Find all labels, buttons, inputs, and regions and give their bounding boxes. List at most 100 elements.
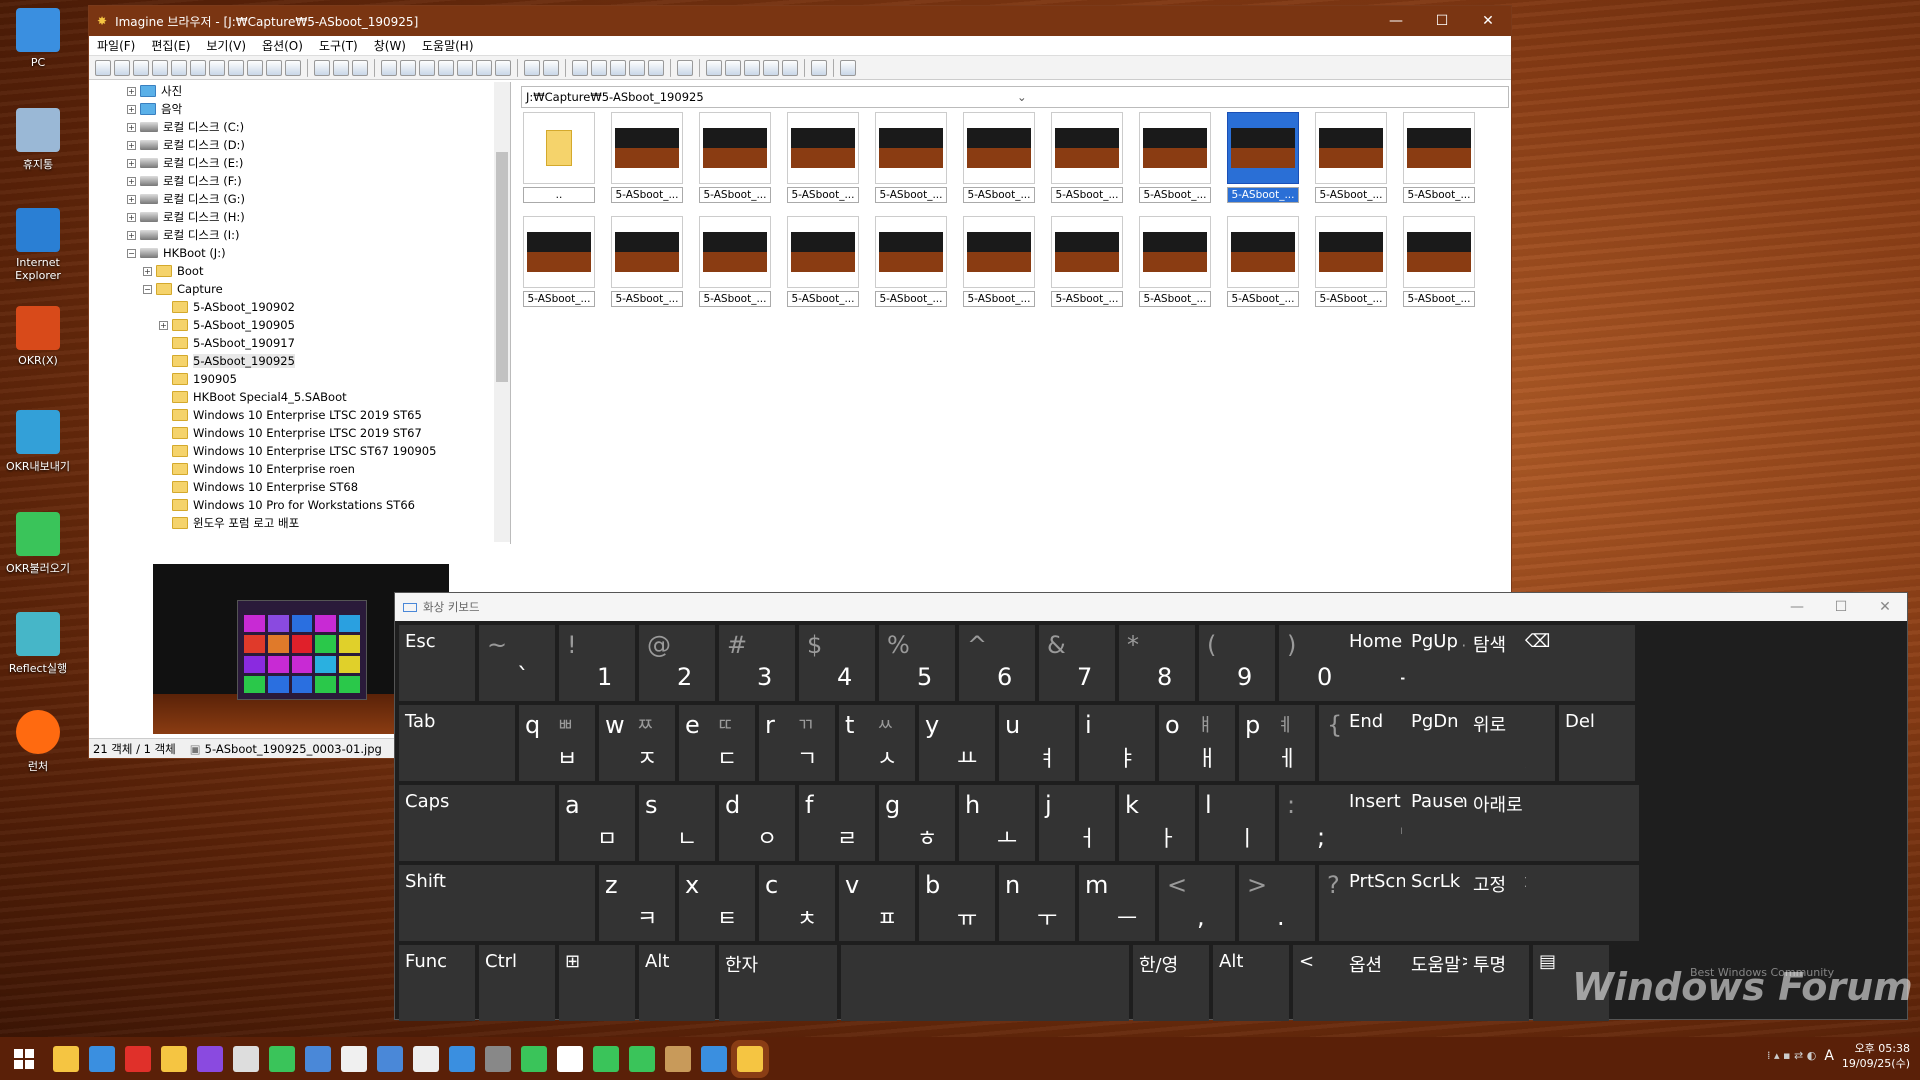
expand-icon[interactable]: + — [127, 140, 136, 150]
tray-icons[interactable]: ⁞ ▴ ▪ ⇄ ◐ — [1767, 1048, 1816, 1064]
key[interactable]: ⌫ — [1519, 625, 1635, 701]
key[interactable]: jㅓ — [1039, 785, 1115, 861]
taskbar-app-icon[interactable] — [701, 1045, 727, 1072]
key[interactable]: 투명 — [1467, 945, 1525, 1021]
expand-icon[interactable]: + — [127, 158, 136, 168]
thumbnail-item[interactable]: 5-ASboot_... — [1051, 112, 1123, 204]
key[interactable]: ~ ` — [479, 625, 555, 701]
menu-item[interactable]: 창(W) — [366, 37, 414, 54]
toolbar-button-icon[interactable] — [648, 59, 664, 76]
tree-item[interactable]: + 사진 — [89, 82, 509, 100]
toolbar-button-icon[interactable] — [171, 59, 187, 76]
expand-icon[interactable]: + — [127, 104, 136, 114]
toolbar-button-icon[interactable] — [266, 59, 282, 76]
taskbar-app-icon[interactable] — [305, 1045, 331, 1072]
thumbnail-item[interactable]: 5-ASboot_... — [1315, 112, 1387, 204]
key[interactable]: eㄸㄷ — [679, 705, 755, 781]
toolbar-button-icon[interactable] — [706, 59, 722, 76]
key[interactable]: End — [1343, 705, 1401, 781]
key[interactable]: 아래로 — [1467, 785, 1525, 861]
key[interactable]: Caps — [399, 785, 555, 861]
expand-icon[interactable]: + — [159, 320, 168, 330]
key[interactable]: Tab — [399, 705, 515, 781]
taskbar-app-icon[interactable] — [377, 1045, 403, 1072]
key[interactable]: % 5 — [879, 625, 955, 701]
desktop-icon[interactable]: 휴지통 — [0, 108, 76, 172]
key[interactable]: lㅣ — [1199, 785, 1275, 861]
tree-item[interactable]: +Windows 10 Pro for Workstations ST66 — [89, 496, 509, 514]
tree-item[interactable]: +Windows 10 Enterprise ST68 — [89, 478, 509, 496]
tree-item[interactable]: +5-ASboot_190905 — [89, 316, 509, 334]
tree-item[interactable]: + 로컬 디스크 (D:) — [89, 136, 509, 154]
desktop-icon[interactable]: Internet Explorer — [0, 208, 76, 282]
key[interactable]: <, — [1159, 865, 1235, 941]
expand-icon[interactable]: + — [127, 122, 136, 132]
toolbar-button-icon[interactable] — [95, 59, 111, 76]
thumbnail-item[interactable]: 5-ASboot_... — [875, 216, 947, 308]
key[interactable]: Del — [1559, 705, 1635, 781]
toolbar-button-icon[interactable] — [811, 59, 827, 76]
taskbar-app-icon[interactable] — [449, 1045, 475, 1072]
key[interactable]: PgDn — [1405, 705, 1463, 781]
key[interactable]: Shift — [399, 865, 595, 941]
ime-indicator[interactable]: A — [1824, 1048, 1834, 1064]
key[interactable]: ! 1 — [559, 625, 635, 701]
expand-icon[interactable]: + — [127, 194, 136, 204]
tree-item[interactable]: +Windows 10 Enterprise LTSC 2019 ST65 — [89, 406, 509, 424]
key[interactable]: aㅁ — [559, 785, 635, 861]
key[interactable]: sㄴ — [639, 785, 715, 861]
key[interactable]: 위로 — [1467, 705, 1525, 781]
key[interactable]: iㅑ — [1079, 705, 1155, 781]
toolbar-button-icon[interactable] — [543, 59, 559, 76]
key[interactable]: @2 — [639, 625, 715, 701]
key[interactable]: zㅋ — [599, 865, 675, 941]
key[interactable]: & 7 — [1039, 625, 1115, 701]
taskbar-app-icon[interactable] — [629, 1045, 655, 1072]
taskbar-app-icon[interactable] — [731, 1039, 769, 1078]
desktop-icon[interactable]: OKR(X) — [0, 306, 76, 367]
tree-scrollbar[interactable] — [494, 82, 510, 542]
key[interactable]: ^ 6 — [959, 625, 1035, 701]
key[interactable]: Esc — [399, 625, 475, 701]
expand-icon[interactable]: + — [127, 176, 136, 186]
toolbar-button-icon[interactable] — [524, 59, 540, 76]
taskbar-app-icon[interactable] — [125, 1045, 151, 1072]
toolbar-button-icon[interactable] — [476, 59, 492, 76]
key[interactable]: * 8 — [1119, 625, 1195, 701]
thumbnail-item[interactable]: 5-ASboot_... — [787, 216, 859, 308]
expand-icon[interactable]: − — [127, 248, 136, 258]
keyboard-minimize-button[interactable]: — — [1775, 599, 1819, 615]
tree-item[interactable]: +5-ASboot_190902 — [89, 298, 509, 316]
toolbar-button-icon[interactable] — [677, 59, 693, 76]
key[interactable]: 한자 — [719, 945, 837, 1021]
tree-item[interactable]: + 로컬 디스크 (G:) — [89, 190, 509, 208]
key[interactable]: PgUp — [1405, 625, 1463, 701]
thumbnail-item[interactable]: 5-ASboot_... — [1051, 216, 1123, 308]
toolbar-button-icon[interactable] — [333, 59, 349, 76]
toolbar-button-icon[interactable] — [782, 59, 798, 76]
menu-item[interactable]: 도구(T) — [311, 37, 366, 54]
key[interactable]: Alt — [639, 945, 715, 1021]
parent-folder-item[interactable]: .. — [523, 112, 595, 204]
toolbar-button-icon[interactable] — [744, 59, 760, 76]
key[interactable]: fㄹ — [799, 785, 875, 861]
taskbar-app-icon[interactable] — [593, 1045, 619, 1072]
thumbnail-item[interactable]: 5-ASboot_... — [611, 216, 683, 308]
minimize-button[interactable]: — — [1373, 13, 1419, 29]
key[interactable]: 탐색 — [1467, 625, 1525, 701]
close-button[interactable]: ✕ — [1465, 13, 1511, 29]
thumbnail-item[interactable]: 5-ASboot_... — [963, 112, 1035, 204]
toolbar-button-icon[interactable] — [629, 59, 645, 76]
clock-time[interactable]: 오후 05:38 — [1842, 1041, 1910, 1056]
toolbar-button-icon[interactable] — [314, 59, 330, 76]
key[interactable]: 고정 — [1467, 865, 1525, 941]
tree-item[interactable]: + 로컬 디스크 (H:) — [89, 208, 509, 226]
folder-tree[interactable]: + 사진 + 음악 + 로컬 디스크 (C:) + 로컬 디스크 (D:) + 로컬 디스크 (E… — [89, 82, 509, 542]
toolbar-button-icon[interactable] — [725, 59, 741, 76]
tree-item[interactable]: +Windows 10 Enterprise LTSC ST67 190905 — [89, 442, 509, 460]
toolbar-button-icon[interactable] — [438, 59, 454, 76]
menu-item[interactable]: 도움말(H) — [414, 37, 482, 54]
toolbar-button-icon[interactable] — [591, 59, 607, 76]
desktop-icon[interactable]: OKR불러오기 — [0, 512, 76, 576]
toolbar-button-icon[interactable] — [209, 59, 225, 76]
